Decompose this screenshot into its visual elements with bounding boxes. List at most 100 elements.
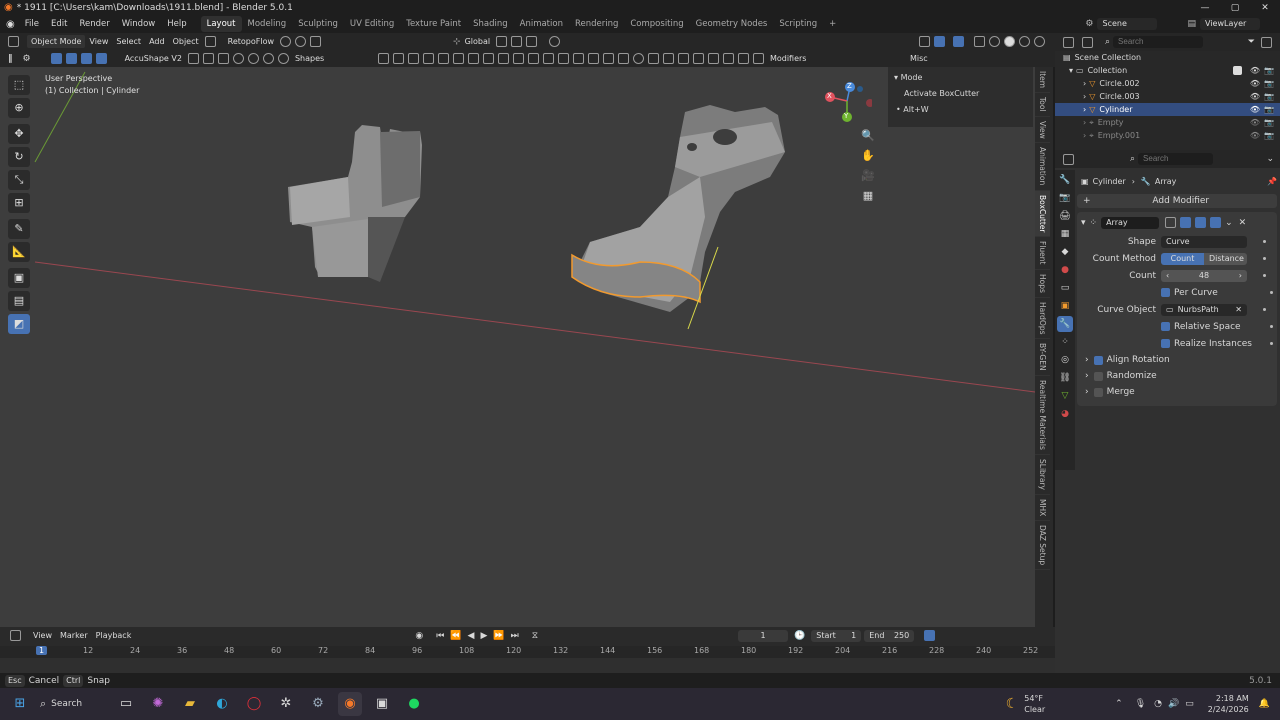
camera-icon[interactable]: 📷 bbox=[1264, 103, 1274, 116]
blender-menu-icon[interactable]: ◉ bbox=[6, 19, 15, 30]
timeline-menu-marker[interactable]: Marker bbox=[56, 629, 92, 642]
keyframe-dot[interactable] bbox=[1263, 308, 1266, 311]
ortho-grid-icon[interactable]: ▦ bbox=[860, 189, 876, 209]
navigation-gizmo[interactable]: Z X Y bbox=[822, 79, 874, 124]
collection-tab-icon[interactable]: ▭ bbox=[1057, 280, 1073, 296]
clock[interactable]: 2:18 AM 2/24/2026 bbox=[1208, 693, 1249, 715]
jump-start-icon[interactable]: ⏮ bbox=[436, 631, 444, 641]
per-curve-checkbox[interactable] bbox=[1161, 288, 1170, 297]
menu-select[interactable]: Select bbox=[112, 35, 145, 48]
tool-settings-icon[interactable]: ⚙ bbox=[23, 54, 31, 64]
3d-viewport[interactable]: ⬚ ⊕ ✥ ↻ ⤡ ⊞ ✎ 📐 ▣ ▤ ◩ User Perspective (… bbox=[0, 67, 1035, 627]
keyframe-dot[interactable] bbox=[1270, 325, 1273, 328]
timeline-type-icon[interactable] bbox=[10, 630, 21, 641]
shading-icon-2[interactable] bbox=[295, 36, 307, 47]
play-icon[interactable]: ▶ bbox=[480, 631, 487, 641]
relative-space-checkbox[interactable] bbox=[1161, 322, 1170, 331]
tool-icon-b[interactable] bbox=[392, 53, 404, 64]
accushape-icon[interactable]: ◩ bbox=[8, 314, 30, 334]
data-tab-icon[interactable]: ▽ bbox=[1057, 388, 1073, 404]
start-frame-field[interactable]: Start 1 bbox=[811, 629, 862, 642]
solid-shading-icon[interactable] bbox=[1004, 36, 1015, 47]
shape-ellipse2-icon[interactable] bbox=[277, 53, 289, 64]
tool-icon-m[interactable] bbox=[557, 53, 569, 64]
outliner-type-icon[interactable] bbox=[1063, 36, 1074, 48]
steam-icon[interactable]: ⚙ bbox=[306, 692, 330, 716]
subpanel-merge[interactable]: › Merge bbox=[1081, 384, 1273, 400]
edge-icon[interactable]: ◐ bbox=[210, 692, 234, 716]
render-toggle-icon[interactable] bbox=[1210, 217, 1222, 228]
menu-edit[interactable]: Edit bbox=[45, 15, 73, 33]
tab-geometry-nodes[interactable]: Geometry Nodes bbox=[690, 16, 774, 32]
ntab-item[interactable]: Item bbox=[1035, 67, 1050, 94]
menu-render[interactable]: Render bbox=[73, 15, 115, 33]
snap-target-icon[interactable] bbox=[526, 36, 538, 47]
tab-uv-editing[interactable]: UV Editing bbox=[344, 16, 400, 32]
render-shading-icon[interactable] bbox=[1034, 36, 1045, 47]
transform-icon[interactable]: ⊞ bbox=[8, 193, 30, 213]
timeline-view-icon[interactable] bbox=[924, 630, 936, 641]
tool-icon-g[interactable] bbox=[467, 53, 479, 64]
blender-taskbar-icon[interactable]: ◉ bbox=[338, 692, 362, 716]
close-window-button[interactable]: ✕ bbox=[1250, 3, 1280, 13]
align-rotation-checkbox[interactable] bbox=[1093, 355, 1103, 365]
tab-compositing[interactable]: Compositing bbox=[624, 16, 689, 32]
edit-mode-toggle-icon[interactable] bbox=[1165, 217, 1177, 228]
ntab-animation[interactable]: Animation bbox=[1035, 143, 1050, 191]
record-icon[interactable]: ◉ bbox=[415, 631, 423, 641]
ntab-bygen[interactable]: BY-GEN bbox=[1035, 339, 1050, 376]
shape-ellipse-icon[interactable] bbox=[262, 53, 274, 64]
eye-icon[interactable]: 👁 bbox=[1250, 90, 1260, 103]
keying-icon[interactable]: ⧖ bbox=[532, 631, 538, 641]
tool-icon-i[interactable] bbox=[497, 53, 509, 64]
task-view-icon[interactable]: ▭ bbox=[114, 692, 138, 716]
menu-object[interactable]: Object bbox=[169, 35, 203, 48]
retopoflow-menu[interactable]: RetopoFlow bbox=[224, 35, 278, 48]
timeline-menu-view[interactable]: View bbox=[29, 629, 56, 642]
tool-icon-l[interactable] bbox=[542, 53, 554, 64]
shape-box2-icon[interactable] bbox=[202, 53, 214, 64]
overlay-toggle-icon[interactable] bbox=[953, 36, 964, 47]
collection-check[interactable] bbox=[1232, 66, 1242, 75]
tab-rendering[interactable]: Rendering bbox=[569, 16, 624, 32]
modifier-name-field[interactable]: Array bbox=[1101, 216, 1160, 229]
material-tab-icon[interactable]: ◕ bbox=[1057, 406, 1073, 422]
tab-layout[interactable]: Layout bbox=[200, 16, 242, 32]
tab-animation[interactable]: Animation bbox=[514, 16, 569, 32]
material-shading-icon[interactable] bbox=[1019, 36, 1030, 47]
file-explorer-icon[interactable]: ▰ bbox=[178, 692, 202, 716]
eye-icon[interactable]: 👁 bbox=[1250, 77, 1260, 90]
tool-icon-w[interactable] bbox=[707, 53, 719, 64]
shape-grid-icon[interactable] bbox=[217, 53, 229, 64]
gizmo-toggle-icon[interactable] bbox=[934, 36, 945, 47]
select-mode-icon-4[interactable] bbox=[95, 53, 107, 64]
keyframe-dot[interactable] bbox=[1270, 342, 1273, 345]
collapse-toolbar-icon[interactable]: ‖ bbox=[8, 54, 13, 64]
increment-icon[interactable]: › bbox=[1239, 270, 1242, 282]
modifiers-dropdown[interactable]: Modifiers bbox=[766, 52, 906, 65]
outliner-collection[interactable]: ▾ ▭ Collection 👁 📷 bbox=[1055, 64, 1280, 77]
ntab-boxcutter[interactable]: BoxCutter bbox=[1035, 190, 1050, 238]
options-icon[interactable]: ⌄ bbox=[1266, 154, 1274, 164]
zoom-icon[interactable]: 🔍 bbox=[860, 129, 876, 149]
filter-icon[interactable]: ⏷ bbox=[1248, 37, 1255, 47]
misc-dropdown[interactable]: Misc bbox=[906, 52, 932, 65]
count-method-count[interactable]: Count bbox=[1161, 252, 1204, 265]
menu-window[interactable]: Window bbox=[116, 15, 162, 33]
count-field[interactable]: ‹ 48 › bbox=[1161, 269, 1247, 282]
ntab-hardops[interactable]: HardOps bbox=[1035, 298, 1050, 340]
count-method-distance[interactable]: Distance bbox=[1204, 252, 1247, 265]
keyframe-dot[interactable] bbox=[1270, 291, 1273, 294]
new-collection-icon[interactable] bbox=[1261, 36, 1272, 48]
camera-icon[interactable]: 📷 bbox=[1264, 116, 1274, 129]
modifier-dropdown-icon[interactable]: ⌄ bbox=[1225, 218, 1233, 228]
tab-modeling[interactable]: Modeling bbox=[242, 16, 293, 32]
viewport-toggle-icon[interactable] bbox=[1195, 217, 1207, 228]
remove-modifier-icon[interactable]: ✕ bbox=[1239, 218, 1247, 228]
network-icon[interactable]: ◔ bbox=[1154, 699, 1162, 709]
menu-add[interactable]: Add bbox=[145, 35, 169, 48]
accushape-tool[interactable]: AccuShape V2 bbox=[121, 52, 186, 65]
next-keyframe-icon[interactable]: ⏩ bbox=[493, 631, 504, 641]
eye-icon[interactable]: 👁 bbox=[1250, 64, 1260, 77]
menu-view[interactable]: View bbox=[85, 35, 112, 48]
